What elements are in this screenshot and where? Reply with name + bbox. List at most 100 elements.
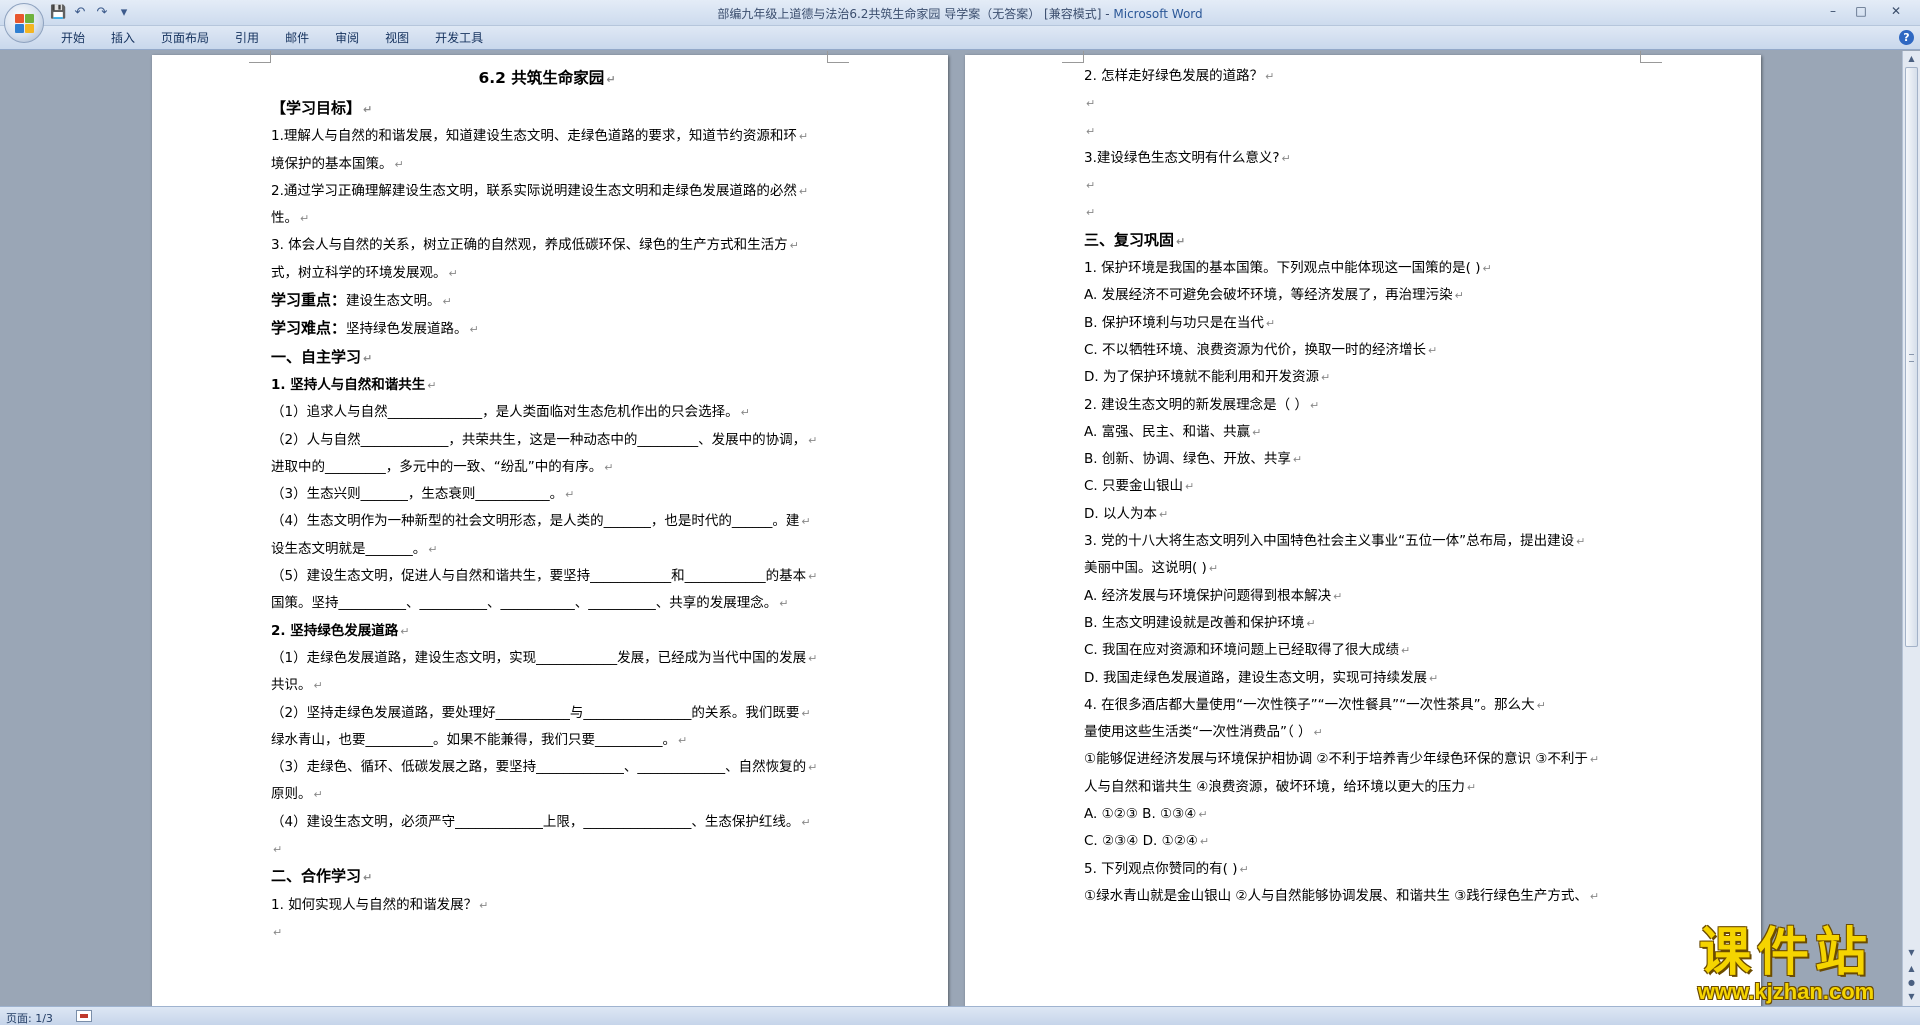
document-title: 部编九年级上道德与法治6.2共筑生命家园 导学案（无答案） [兼容模式] - bbox=[717, 7, 1114, 21]
paragraph-text: ①绿水青山就是金山银山 ②人与自然能够协调发展、和谐共生 ③践行绿色生产方式、 bbox=[1084, 887, 1588, 904]
paragraph-line: C. ②③④ D. ①②④ ↵ bbox=[1084, 828, 1636, 855]
minimize-button[interactable]: – bbox=[1820, 2, 1846, 20]
paragraph-mark-icon: ↵ bbox=[363, 351, 373, 365]
paragraph-mark-icon: ↵ bbox=[1482, 262, 1492, 276]
paragraph-text: 建设生态文明。 bbox=[346, 293, 441, 310]
paragraph-mark-icon: ↵ bbox=[1086, 179, 1096, 193]
paragraph-mark-icon: ↵ bbox=[565, 488, 575, 502]
paragraph-line: （4）建设生态文明，必须严守_____________上限，__________… bbox=[271, 809, 823, 836]
paragraph-mark-icon: ↵ bbox=[363, 871, 373, 885]
document-page-1[interactable]: 6.2 共筑生命家园 ↵ 【学习目标】 ↵ 1.理解人与自然的和谐发展，知道建设生态文明… bbox=[152, 51, 948, 1006]
paragraph-line: 【学习目标】 ↵ bbox=[271, 95, 823, 123]
paragraph-mark-icon: ↵ bbox=[1428, 671, 1439, 685]
paragraph-mark-icon: ↵ bbox=[469, 323, 479, 337]
paragraph-text: （3）走绿色、循环、低碳发展之路，要坚持_____________、______… bbox=[271, 759, 807, 776]
ribbon-tabs: 开始 插入 页面布局 引用 邮件 审阅 视图 开发工具 bbox=[48, 30, 496, 46]
paragraph-text: 3.建设绿色生态文明有什么意义? bbox=[1084, 149, 1280, 166]
paragraph-text: C. 不以牺牲环境、浪费资源为代价，换取一时的经济增长 bbox=[1084, 341, 1427, 358]
paragraph-text: 性。 bbox=[271, 210, 298, 227]
document-page-2[interactable]: 2. 怎样走好绿色发展的道路？ ↵ ↵ ↵ 3.建设绿色生态文明有什么意义? ↵ ↵ ↵ 三、复… bbox=[965, 51, 1761, 1006]
paragraph-mark-icon: ↵ bbox=[1252, 425, 1262, 439]
tab-home[interactable]: 开始 bbox=[48, 30, 98, 46]
paragraph-line: B. 生态文明建设就是改善和保护环境 ↵ bbox=[1084, 610, 1636, 637]
close-button[interactable]: ✕ bbox=[1876, 2, 1916, 20]
paragraph-mark-icon: ↵ bbox=[801, 515, 811, 529]
paragraph-text: D. 以人为本 bbox=[1084, 505, 1157, 522]
scroll-grip-icon bbox=[1909, 354, 1914, 362]
paragraph-text: 设生态文明就是_______。 bbox=[271, 540, 427, 557]
vertical-scrollbar[interactable]: ▲ ▼ ▲ ● ▼ bbox=[1902, 51, 1920, 1006]
previous-page-icon[interactable]: ▲ bbox=[1905, 962, 1918, 976]
paragraph-text: 1. 如何实现人与自然的和谐发展？ bbox=[271, 896, 478, 913]
page-count[interactable]: 页面: 1/3 bbox=[6, 1010, 53, 1025]
scroll-thumb[interactable] bbox=[1905, 67, 1918, 647]
paragraph-mark-icon: ↵ bbox=[448, 266, 458, 280]
tab-review[interactable]: 审阅 bbox=[322, 30, 372, 46]
tab-mailings[interactable]: 邮件 bbox=[272, 30, 322, 46]
paragraph-text: 坚持绿色发展道路。 bbox=[346, 321, 468, 338]
document-workspace[interactable]: 6.2 共筑生命家园 ↵ 【学习目标】 ↵ 1.理解人与自然的和谐发展，知道建设生态文明… bbox=[0, 51, 1902, 1006]
paragraph-mark-icon: ↵ bbox=[808, 433, 818, 447]
ribbon-tab-bar: 开始 插入 页面布局 引用 邮件 审阅 视图 开发工具 ? bbox=[0, 26, 1920, 50]
tab-references[interactable]: 引用 bbox=[222, 30, 272, 46]
paragraph-text: 原则。 bbox=[271, 786, 312, 803]
paragraph-line: 4. 在很多酒店都大量使用“一次性筷子”“一次性餐具”“一次性茶具”。那么大 ↵ bbox=[1084, 692, 1636, 719]
status-bar: 页面: 1/3 bbox=[0, 1006, 1920, 1025]
paragraph-lead: 学习重点： bbox=[271, 291, 347, 310]
help-icon[interactable]: ? bbox=[1899, 30, 1914, 45]
browse-object-icon[interactable]: ● bbox=[1905, 976, 1918, 990]
tab-view[interactable]: 视图 bbox=[372, 30, 422, 46]
tab-developer[interactable]: 开发工具 bbox=[422, 30, 496, 46]
paragraph-mark-icon: ↵ bbox=[363, 103, 373, 116]
paragraph-line: 式，树立科学的环境发展观。 ↵ bbox=[271, 260, 823, 287]
paragraph-text: 6.2 共筑生命家园 bbox=[478, 69, 605, 87]
paragraph-mark-icon: ↵ bbox=[400, 624, 410, 638]
watermark-title: 课件站 bbox=[1698, 922, 1873, 983]
language-icon[interactable] bbox=[76, 1010, 92, 1022]
paragraph-text: 2. 怎样走好绿色发展的道路？ bbox=[1084, 68, 1264, 84]
scroll-down-icon[interactable]: ▼ bbox=[1905, 946, 1918, 960]
paragraph-mark-icon: ↵ bbox=[313, 679, 323, 693]
paragraph-line: 原则。 ↵ bbox=[271, 781, 823, 808]
scroll-up-icon[interactable]: ▲ bbox=[1905, 52, 1918, 66]
paragraph-text: 【学习目标】 bbox=[271, 99, 362, 117]
paragraph-mark-icon: ↵ bbox=[313, 788, 323, 802]
paragraph-line: 3. 体会人与自然的关系，树立正确的自然观，养成低碳环保、绿色的生产方式和生活方… bbox=[271, 232, 823, 259]
paragraph-line: （3）走绿色、循环、低碳发展之路，要坚持_____________、______… bbox=[271, 754, 823, 781]
maximize-button[interactable]: □ bbox=[1848, 2, 1874, 20]
next-page-icon[interactable]: ▼ bbox=[1905, 990, 1918, 1004]
paragraph-lead: 学习难点： bbox=[271, 319, 347, 338]
paragraph-line: 1. 坚持人与自然和谐共生 ↵ bbox=[271, 372, 823, 399]
paragraph-text: C. 只要金山银山 bbox=[1084, 478, 1184, 495]
paragraph-line: 1.理解人与自然的和谐发展，知道建设生态文明、走绿色道路的要求，知道节约资源和环… bbox=[271, 123, 823, 150]
paragraph-text: （1）走绿色发展道路，建设生态文明，实现____________发展，已经成为当… bbox=[271, 649, 807, 666]
office-logo-icon bbox=[15, 14, 35, 34]
paragraph-mark-icon: ↵ bbox=[801, 706, 811, 720]
paragraph-mark-icon: ↵ bbox=[1320, 371, 1331, 385]
paragraph-text: 人与自然和谐共生 ④浪费资源，破坏环境，给环境以更大的压力 bbox=[1084, 778, 1465, 795]
paragraph-text: D. 我国走绿色发展道路，建设生态文明，实现可持续发展 bbox=[1084, 669, 1427, 686]
window-title: 部编九年级上道德与法治6.2共筑生命家园 导学案（无答案） [兼容模式] - M… bbox=[0, 5, 1920, 22]
paragraph-text: B. 生态文明建设就是改善和保护环境 bbox=[1084, 614, 1305, 631]
paragraph-mark-icon: ↵ bbox=[678, 733, 688, 747]
office-button[interactable] bbox=[4, 3, 44, 43]
tab-page-layout[interactable]: 页面布局 bbox=[148, 30, 222, 46]
paragraph-line: A. 发展经济不可避免会破坏环境，等经济发展了，再治理污染 ↵ bbox=[1084, 282, 1636, 309]
paragraph-line: A. 经济发展与环境保护问题得到根本解决 ↵ bbox=[1084, 583, 1636, 610]
paragraph-text: A. 富强、民主、和谐、共赢 bbox=[1084, 423, 1251, 440]
paragraph-line: 1. 如何实现人与自然的和谐发展？ ↵ bbox=[271, 892, 823, 919]
paragraph-text: 三、复习巩固 bbox=[1084, 230, 1175, 249]
tab-insert[interactable]: 插入 bbox=[98, 30, 148, 46]
paragraph-line: D. 以人为本 ↵ bbox=[1084, 501, 1636, 528]
paragraph-text: C. 我国在应对资源和环境问题上已经取得了很大成绩 bbox=[1084, 642, 1400, 659]
paragraph-mark-icon: ↵ bbox=[779, 597, 789, 611]
paragraph-text: 境保护的基本国策。 bbox=[271, 155, 393, 172]
paragraph-text: ①能够促进经济发展与环境保护相协调 ②不利于培养青少年绿色环保的意识 ③不利于 bbox=[1084, 751, 1588, 768]
page-2-text: 2. 怎样走好绿色发展的道路？ ↵ ↵ ↵ 3.建设绿色生态文明有什么意义? ↵ ↵ ↵ 三、复… bbox=[1084, 63, 1636, 910]
paragraph-mark-icon: ↵ bbox=[273, 925, 283, 939]
paragraph-text: C. ②③④ D. ①②④ bbox=[1084, 833, 1198, 850]
paragraph-line: C. 我国在应对资源和环境问题上已经取得了很大成绩 ↵ bbox=[1084, 637, 1636, 664]
paragraph-mark-icon: ↵ bbox=[1589, 889, 1600, 903]
paragraph-mark-icon: ↵ bbox=[808, 651, 818, 665]
paragraph-mark-icon: ↵ bbox=[442, 295, 452, 309]
